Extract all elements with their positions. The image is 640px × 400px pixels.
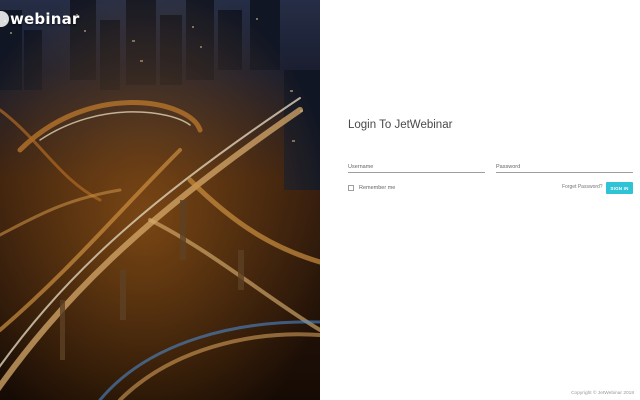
hero-photo: webinar bbox=[0, 0, 320, 400]
brand-name: webinar bbox=[10, 10, 80, 28]
username-input[interactable] bbox=[348, 161, 485, 173]
city-highway-image bbox=[0, 0, 320, 400]
copyright-text: Copyright © JetWebinar 2018 bbox=[571, 391, 634, 396]
login-panel: Login To JetWebinar Remember me Forget P… bbox=[320, 0, 640, 400]
remember-me[interactable]: Remember me bbox=[348, 185, 395, 191]
sign-in-button[interactable]: SIGN IN bbox=[606, 182, 633, 194]
webinar-logo-mark-icon bbox=[0, 11, 9, 27]
remember-me-label: Remember me bbox=[359, 185, 396, 191]
forgot-password-link[interactable]: Forget Password? bbox=[562, 184, 603, 190]
password-input[interactable] bbox=[496, 161, 633, 173]
brand-logo[interactable]: webinar bbox=[0, 8, 80, 30]
login-title: Login To JetWebinar bbox=[348, 119, 453, 131]
remember-me-checkbox[interactable] bbox=[348, 185, 354, 191]
